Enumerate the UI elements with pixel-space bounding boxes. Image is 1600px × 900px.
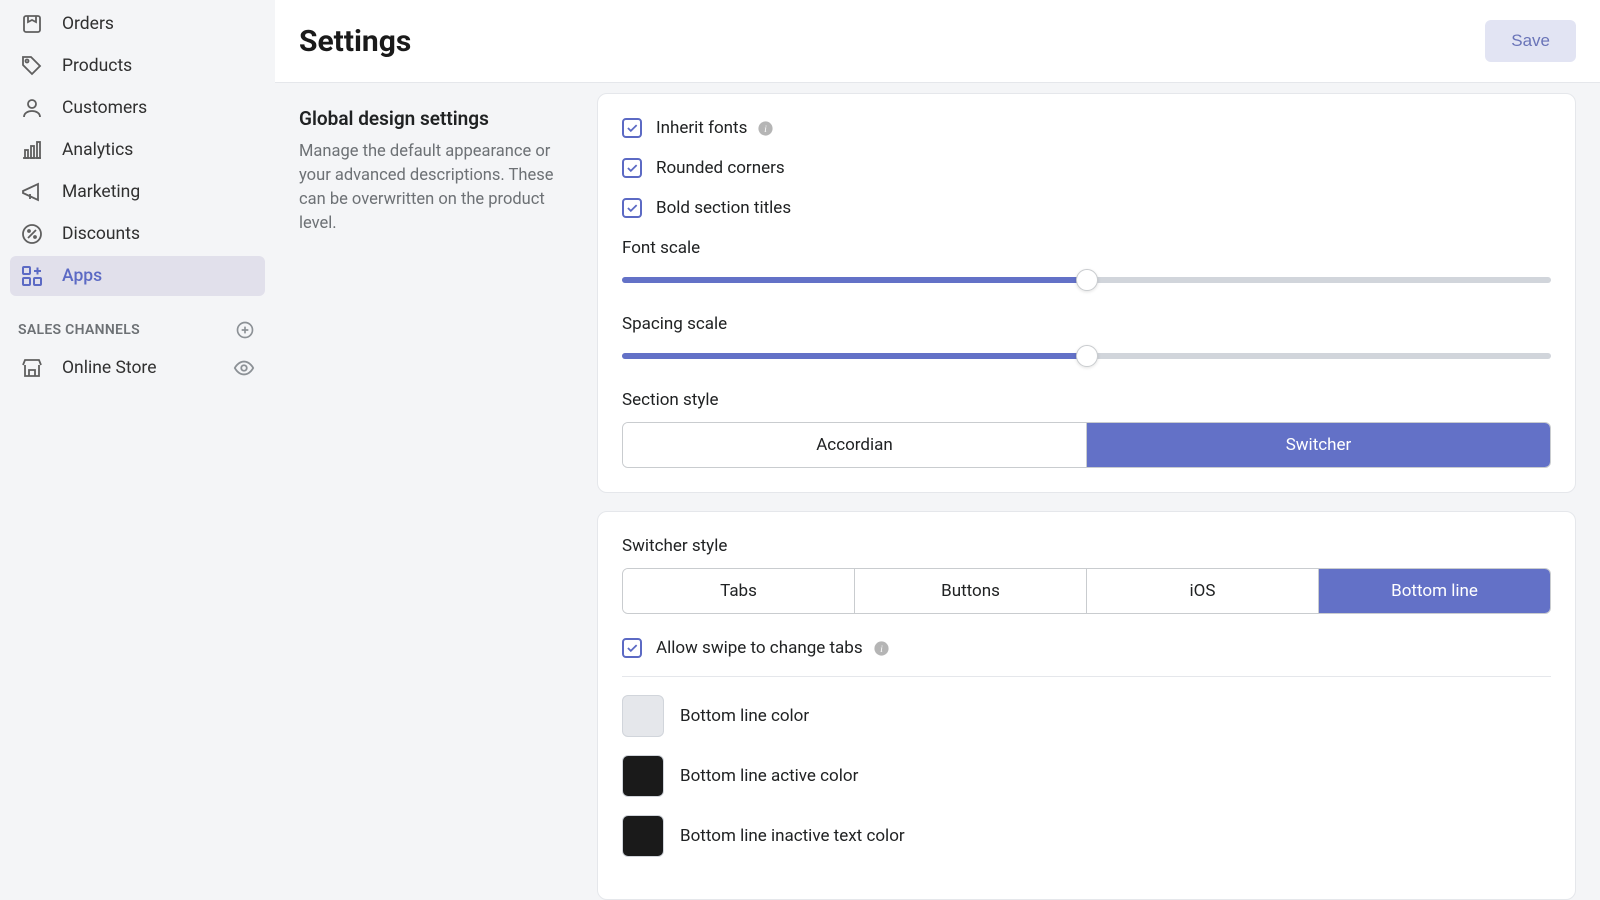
- view-store-icon[interactable]: [233, 357, 255, 379]
- sidebar-item-analytics[interactable]: Analytics: [10, 130, 265, 170]
- nav-label: Orders: [62, 14, 114, 34]
- page-title: Settings: [299, 24, 411, 59]
- section-description: Manage the default appearance or your ad…: [299, 140, 575, 236]
- section-style-label: Section style: [622, 390, 1551, 410]
- sidebar: Orders Products Customers Analytics Mark…: [0, 0, 275, 900]
- bottom-line-color-label: Bottom line color: [680, 706, 809, 726]
- sidebar-item-orders[interactable]: Orders: [10, 4, 265, 44]
- apps-icon: [20, 264, 44, 288]
- seg-ios[interactable]: iOS: [1086, 569, 1318, 613]
- sidebar-item-marketing[interactable]: Marketing: [10, 172, 265, 212]
- topbar: Settings Save: [275, 0, 1600, 83]
- orders-icon: [20, 12, 44, 36]
- design-card: Inherit fonts i Rounded corners: [597, 93, 1576, 493]
- bold-titles-label: Bold section titles: [656, 198, 791, 218]
- bottom-line-active-color-swatch[interactable]: [622, 755, 664, 797]
- divider: [622, 676, 1551, 677]
- bottom-line-active-color-label: Bottom line active color: [680, 766, 858, 786]
- add-channel-icon[interactable]: [235, 320, 255, 340]
- nav-label: Online Store: [62, 358, 156, 378]
- bottom-line-inactive-text-swatch[interactable]: [622, 815, 664, 857]
- swipe-label: Allow swipe to change tabs: [656, 638, 863, 658]
- bottom-line-inactive-text-label: Bottom line inactive text color: [680, 826, 905, 846]
- seg-switcher[interactable]: Switcher: [1086, 423, 1550, 467]
- discounts-icon: [20, 222, 44, 246]
- nav-label: Discounts: [62, 224, 140, 244]
- rounded-corners-checkbox[interactable]: [622, 158, 642, 178]
- products-icon: [20, 54, 44, 78]
- svg-text:i: i: [880, 644, 883, 655]
- seg-bottom-line[interactable]: Bottom line: [1318, 569, 1550, 613]
- swipe-checkbox[interactable]: [622, 638, 642, 658]
- font-scale-slider[interactable]: [622, 270, 1551, 290]
- spacing-scale-label: Spacing scale: [622, 314, 1551, 334]
- sidebar-item-products[interactable]: Products: [10, 46, 265, 86]
- font-scale-label: Font scale: [622, 238, 1551, 258]
- switcher-style-group: Tabs Buttons iOS Bottom line: [622, 568, 1551, 614]
- save-button[interactable]: Save: [1485, 20, 1576, 62]
- nav-label: Marketing: [62, 182, 140, 202]
- bold-titles-checkbox[interactable]: [622, 198, 642, 218]
- customers-icon: [20, 96, 44, 120]
- main: Settings Save Global design settings Man…: [275, 0, 1600, 900]
- switcher-card: Switcher style Tabs Buttons iOS Bottom l…: [597, 511, 1576, 900]
- info-icon[interactable]: i: [873, 640, 890, 657]
- online-store-icon: [20, 356, 44, 380]
- inherit-fonts-checkbox[interactable]: [622, 118, 642, 138]
- section-info: Global design settings Manage the defaul…: [275, 83, 597, 900]
- inherit-fonts-label: Inherit fonts: [656, 118, 747, 138]
- sales-channels-label: SALES CHANNELS: [18, 322, 140, 338]
- analytics-icon: [20, 138, 44, 162]
- sidebar-item-apps[interactable]: Apps: [10, 256, 265, 296]
- sidebar-item-customers[interactable]: Customers: [10, 88, 265, 128]
- sales-channels-heading: SALES CHANNELS: [10, 298, 265, 348]
- info-icon[interactable]: i: [757, 120, 774, 137]
- nav-label: Products: [62, 56, 132, 76]
- spacing-scale-slider[interactable]: [622, 346, 1551, 366]
- seg-tabs[interactable]: Tabs: [623, 569, 854, 613]
- nav-label: Customers: [62, 98, 147, 118]
- rounded-corners-label: Rounded corners: [656, 158, 785, 178]
- section-title: Global design settings: [299, 107, 575, 130]
- switcher-style-label: Switcher style: [622, 536, 1551, 556]
- svg-text:i: i: [765, 124, 768, 135]
- marketing-icon: [20, 180, 44, 204]
- seg-accordian[interactable]: Accordian: [623, 423, 1086, 467]
- section-style-group: Accordian Switcher: [622, 422, 1551, 468]
- sidebar-item-discounts[interactable]: Discounts: [10, 214, 265, 254]
- nav-label: Apps: [62, 266, 102, 286]
- seg-buttons[interactable]: Buttons: [854, 569, 1086, 613]
- sidebar-item-online-store[interactable]: Online Store: [10, 348, 265, 388]
- nav-label: Analytics: [62, 140, 133, 160]
- bottom-line-color-swatch[interactable]: [622, 695, 664, 737]
